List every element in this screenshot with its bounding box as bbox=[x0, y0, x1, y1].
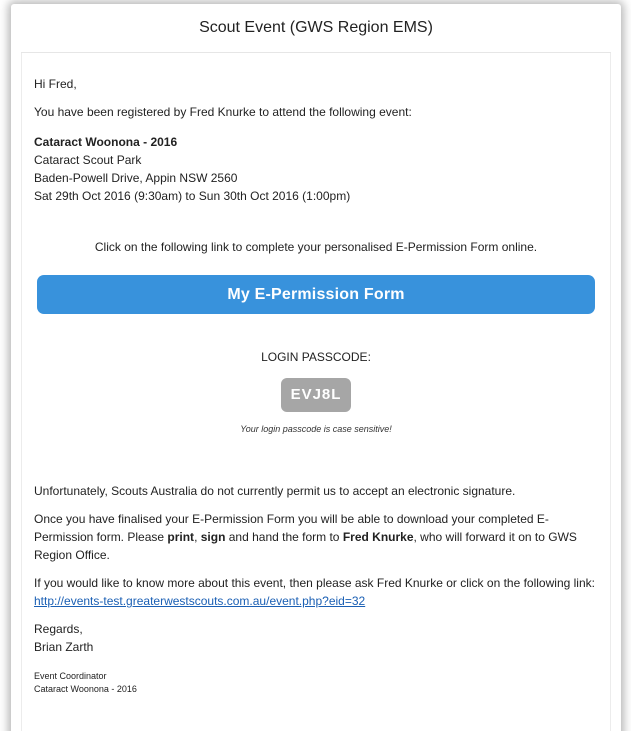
passcode-label: LOGIN PASSCODE: bbox=[261, 350, 371, 364]
signature-notice: Unfortunately, Scouts Australia do not c… bbox=[34, 484, 516, 498]
event-dates: Sat 29th Oct 2016 (9:30am) to Sun 30th O… bbox=[34, 189, 351, 203]
event-link[interactable]: http://events-test.greaterwestscouts.com… bbox=[34, 594, 365, 608]
more-info-text: If you would like to know more about thi… bbox=[34, 576, 595, 590]
passcode-badge: EVJ8L bbox=[281, 378, 351, 412]
signoff-block: Event Coordinator Cataract Woonona - 201… bbox=[34, 670, 598, 696]
e-permission-form-button[interactable]: My E-Permission Form bbox=[37, 275, 595, 314]
regards-block: Regards, Brian Zarth bbox=[34, 620, 598, 656]
greeting: Hi Fred, bbox=[34, 77, 77, 91]
print-emphasis: print bbox=[167, 530, 195, 544]
sender-event: Cataract Woonona - 2016 bbox=[34, 684, 137, 694]
passcode-wrapper: EVJ8L bbox=[34, 378, 598, 412]
sender-name: Brian Zarth bbox=[34, 640, 94, 654]
finalised-instructions: Once you have finalised your E-Permissio… bbox=[34, 510, 598, 564]
link-instruction: Click on the following link to complete … bbox=[94, 240, 538, 254]
passcode-note: Your login passcode is case sensitive! bbox=[240, 424, 392, 434]
finalised-comma: , bbox=[194, 530, 201, 544]
event-details: Cataract Woonona - 2016 Cataract Scout P… bbox=[34, 133, 598, 205]
sign-emphasis: sign bbox=[200, 530, 226, 544]
more-info: If you would like to know more about thi… bbox=[34, 574, 598, 610]
organiser-name: Fred Knurke bbox=[342, 530, 414, 544]
intro-text: You have been registered by Fred Knurke … bbox=[34, 105, 412, 119]
event-name: Cataract Woonona - 2016 bbox=[34, 135, 178, 149]
email-body: Hi Fred, You have been registered by Fre… bbox=[21, 53, 611, 731]
finalised-text-2: and hand the form to bbox=[225, 530, 343, 544]
email-subject: Scout Event (GWS Region EMS) bbox=[199, 19, 433, 36]
event-address: Baden-Powell Drive, Appin NSW 2560 bbox=[34, 171, 238, 185]
email-window: Scout Event (GWS Region EMS) Hi Fred, Yo… bbox=[11, 4, 621, 731]
regards-text: Regards, bbox=[34, 622, 83, 636]
sender-role: Event Coordinator bbox=[34, 671, 107, 681]
event-venue: Cataract Scout Park bbox=[34, 153, 142, 167]
